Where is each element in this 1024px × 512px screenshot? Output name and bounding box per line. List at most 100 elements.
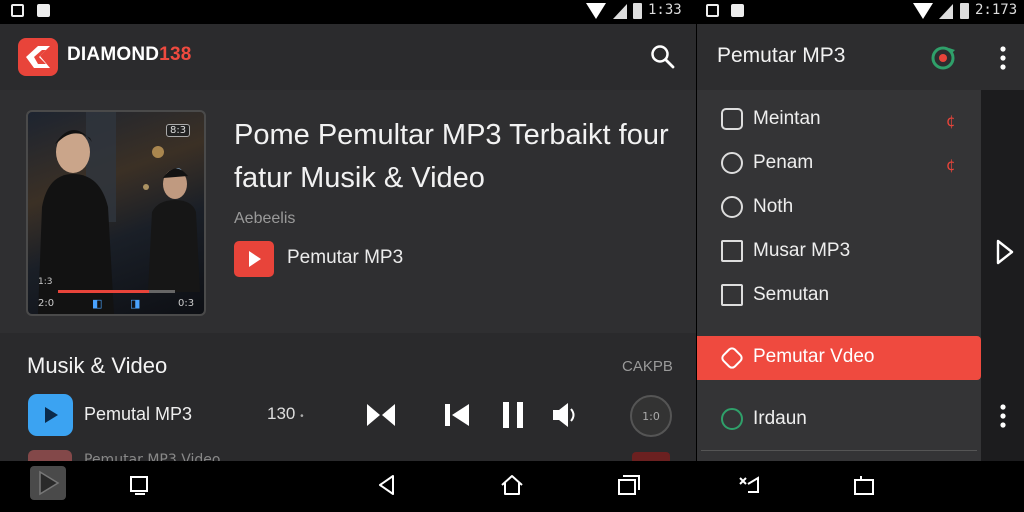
volume-button[interactable] (550, 400, 578, 434)
album-photo-icon (38, 112, 200, 314)
drawer-item-semutan[interactable]: Semutan (697, 274, 981, 318)
track2-title[interactable]: Pemutar MP3 Video (84, 452, 220, 461)
drawer-item-musar-mp3[interactable]: Musar MP3 (697, 230, 981, 274)
search-icon (721, 408, 743, 430)
more-vert-icon (1000, 404, 1006, 428)
signal-icon (939, 4, 953, 19)
section-title: Musik & Video (27, 353, 168, 378)
bowtie-icon (367, 404, 395, 426)
square-icon (130, 476, 148, 495)
battery-icon (633, 3, 642, 19)
pause-icon (503, 402, 523, 428)
track-play-button[interactable] (28, 394, 73, 436)
track-title[interactable]: Pemutal MP3 (84, 404, 192, 425)
drawer-item-noth[interactable]: Noth (697, 186, 981, 230)
track-count: 130 • (267, 404, 304, 424)
hero-title: Pome Pemultar MP3 Terbaikt four fatur Mu… (234, 119, 669, 194)
rotate-icon (739, 476, 759, 493)
wifi-icon (586, 3, 606, 19)
app-brand: DIAMOND138 (67, 44, 191, 66)
play-icon (249, 251, 261, 267)
drawer-item-label: Noth (753, 196, 794, 217)
edit-icon (721, 108, 743, 130)
nav-rotate-button[interactable] (736, 474, 762, 500)
album-small-time: 1:3 (38, 277, 53, 287)
pause-button[interactable] (500, 400, 526, 434)
nav-back-button[interactable] (376, 474, 398, 500)
album-progress-fill (58, 290, 150, 293)
album-right-time: 0:3 (178, 298, 195, 309)
image-icon (37, 4, 50, 17)
chevron-right-icon (996, 239, 1014, 265)
drawer-item-mark: ¢ (946, 156, 956, 174)
speaker-icon (553, 403, 575, 427)
battery-icon (960, 3, 969, 19)
brand-number: 138 (159, 44, 192, 65)
album-left-time: 2:0 (38, 298, 55, 309)
drawer-item-label: Musar MP3 (753, 240, 851, 261)
wifi-icon (913, 3, 933, 19)
note-icon (721, 284, 743, 306)
refresh-icon (931, 46, 955, 70)
drawer-item-label: Pemutar Vdeo (753, 346, 875, 367)
video-icon (719, 345, 745, 371)
track-count-marker: • (300, 411, 304, 422)
hero-subtitle: Aebeelis (234, 210, 296, 227)
section-right-label[interactable]: CAKPB (622, 358, 673, 375)
expand-button[interactable] (995, 238, 1015, 270)
back-icon (379, 475, 394, 495)
timer-button[interactable]: 1:0 (630, 395, 672, 437)
overflow-menu-button[interactable] (997, 45, 1009, 75)
search-button[interactable] (650, 44, 676, 74)
previous-button[interactable] (442, 400, 472, 434)
refresh-button[interactable] (929, 44, 957, 76)
more-vert-icon (1000, 46, 1006, 70)
notification-icon (11, 4, 24, 17)
drawer-item-mark: ¢ (946, 112, 956, 130)
drawer-item-irdaun[interactable]: Irdaun (697, 398, 981, 442)
item-overflow-button[interactable] (997, 403, 1009, 433)
image-icon (731, 4, 744, 17)
signal-icon (613, 4, 627, 19)
album-pause-icon[interactable]: ◨ (130, 297, 140, 310)
skip-previous-icon (445, 404, 469, 426)
shuffle-button[interactable] (366, 400, 396, 434)
app-logo[interactable] (18, 38, 58, 76)
spiral-icon (721, 152, 743, 174)
status-time-left: 1:33 (648, 2, 682, 18)
app-switch-thumb[interactable] (30, 466, 66, 500)
drawer-item-meintan[interactable]: Meintan ¢ (697, 98, 981, 142)
nav-home-button[interactable] (500, 474, 524, 500)
search-icon (651, 45, 675, 69)
play-badge-label[interactable]: Pemutar MP3 (287, 247, 403, 269)
play-badge[interactable] (234, 241, 274, 277)
track-count-value: 130 (267, 404, 296, 423)
recents-icon (618, 475, 640, 495)
status-time-right: 2:173 (975, 2, 1018, 18)
drawer-item-penam[interactable]: Penam ¢ (697, 142, 981, 186)
square-icon (854, 476, 874, 495)
drawer-divider (701, 450, 977, 451)
equalizer-icon (721, 240, 743, 262)
album-play-icon[interactable]: ◧ (92, 297, 102, 310)
brand-word: DIAMOND (67, 44, 160, 65)
drawer-item-label: Penam (753, 152, 814, 173)
circle-icon (721, 196, 743, 218)
nav-recent-left[interactable] (128, 474, 150, 500)
cursor-icon (39, 470, 60, 496)
notification-icon (706, 4, 719, 17)
album-art[interactable]: 8:3 1:3 2:0 ◧ ◨ 0:3 (26, 110, 206, 316)
drawer-title: Pemutar MP3 (717, 44, 846, 67)
drawer-menu: Meintan ¢ Penam ¢ Noth Musar MP3 Semutan… (697, 90, 981, 461)
nav-recents-button[interactable] (617, 474, 641, 500)
album-progress-track[interactable] (58, 290, 175, 293)
drawer-item-label: Semutan (753, 284, 830, 305)
drawer-item-label: Meintan (753, 108, 821, 129)
play-icon (45, 407, 58, 423)
drawer-item-pemutar-video[interactable]: Pemutar Vdeo (697, 336, 981, 380)
nav-recent-right[interactable] (853, 474, 877, 500)
drawer-item-label: Irdaun (753, 408, 807, 429)
diamond-logo-icon (26, 46, 50, 68)
status-bar: 1:33 2:173 (0, 0, 1024, 24)
home-icon (501, 475, 523, 495)
